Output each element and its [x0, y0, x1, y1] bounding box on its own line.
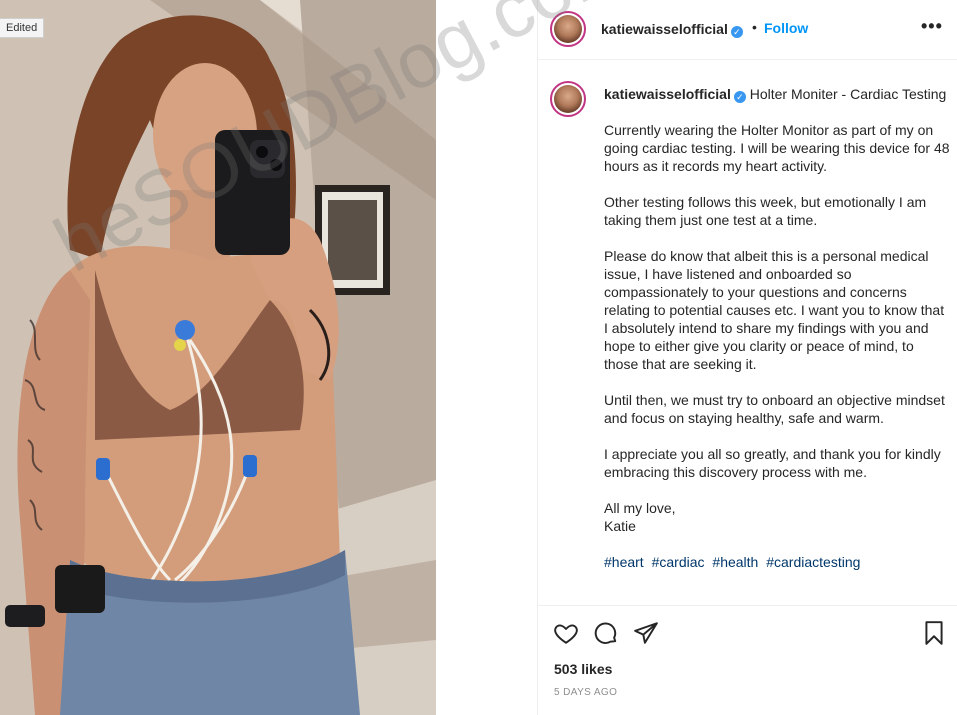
- action-bar: 503 likes 5 DAYS AGO: [538, 605, 957, 715]
- share-icon[interactable]: [633, 620, 659, 646]
- more-options-icon[interactable]: •••: [921, 16, 943, 37]
- signoff-line: All my love,: [604, 500, 676, 516]
- caption-username[interactable]: katiewaisselofficial: [604, 86, 731, 102]
- caption-paragraph: Currently wearing the Holter Monitor as …: [604, 122, 950, 174]
- post-photo[interactable]: Edited: [0, 0, 436, 715]
- caption-paragraph: Please do know that albeit this is a per…: [604, 248, 945, 372]
- heart-icon[interactable]: [553, 620, 579, 646]
- photo-illustration: [0, 0, 436, 715]
- caption-signoff: All my love, Katie: [604, 499, 950, 535]
- caption-area[interactable]: katiewaisselofficial ✓ Holter Moniter - C…: [538, 61, 957, 605]
- instagram-post: Edited katiewaisselofficial ✓ • Follow ••…: [0, 0, 957, 715]
- caption-paragraph: I appreciate you all so greatly, and tha…: [604, 446, 941, 480]
- header-separator: •: [752, 19, 757, 35]
- caption-paragraph: Until then, we must try to onboard an ob…: [604, 392, 945, 426]
- post-panel: katiewaisselofficial ✓ • Follow ••• katie…: [537, 0, 957, 715]
- caption-avatar[interactable]: [550, 81, 586, 117]
- header-username[interactable]: katiewaisselofficial ✓: [601, 21, 743, 38]
- photo-gutter: [436, 0, 537, 715]
- comment-icon[interactable]: [593, 620, 619, 646]
- follow-button[interactable]: Follow: [764, 20, 808, 36]
- bookmark-icon[interactable]: [921, 620, 947, 646]
- verified-badge-icon: ✓: [733, 91, 746, 103]
- hashtags: #heart #cardiac #health #cardiactesting: [604, 553, 950, 571]
- hashtag-link[interactable]: #heart: [604, 554, 644, 570]
- hashtag-link[interactable]: #cardiactesting: [766, 554, 860, 570]
- caption-title: Holter Moniter - Cardiac Testing: [749, 86, 947, 102]
- hashtag-link[interactable]: #health: [712, 554, 758, 570]
- post-header: katiewaisselofficial ✓ • Follow •••: [538, 0, 957, 60]
- like-count[interactable]: 503 likes: [554, 661, 612, 677]
- signoff-name: Katie: [604, 518, 636, 534]
- verified-badge-icon: ✓: [730, 26, 743, 38]
- edited-badge: Edited: [0, 18, 45, 38]
- header-username-text[interactable]: katiewaisselofficial: [601, 21, 728, 37]
- caption-text: katiewaisselofficial ✓ Holter Moniter - C…: [604, 85, 950, 589]
- hashtag-link[interactable]: #cardiac: [652, 554, 705, 570]
- avatar[interactable]: [550, 11, 586, 47]
- caption-title-line: katiewaisselofficial ✓ Holter Moniter - C…: [604, 85, 950, 103]
- post-timestamp[interactable]: 5 DAYS AGO: [554, 687, 617, 698]
- caption-paragraph: Other testing follows this week, but emo…: [604, 194, 927, 228]
